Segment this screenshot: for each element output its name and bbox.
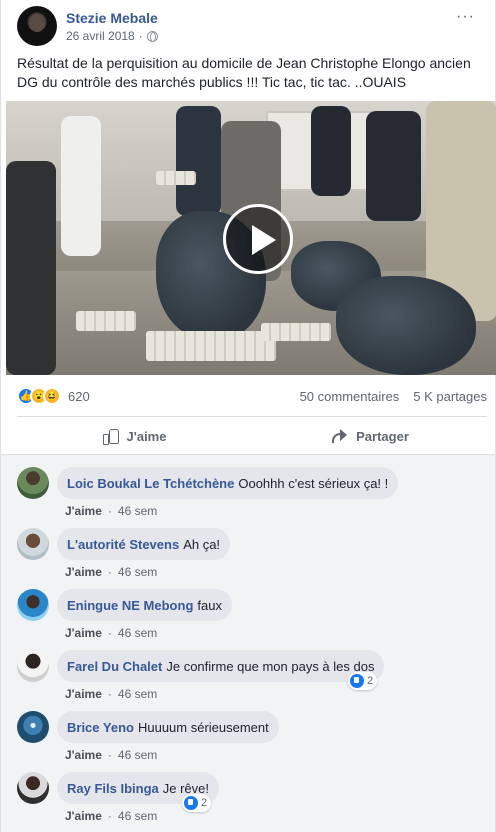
- comment-time[interactable]: 46 sem: [118, 809, 157, 823]
- share-arrow-icon: [330, 429, 348, 443]
- comment-author[interactable]: Loic Boukal Le Tchétchène: [67, 476, 234, 491]
- separator: ·: [107, 565, 112, 579]
- comment-author[interactable]: Farel Du Chalet: [67, 659, 162, 674]
- video-figure: [366, 111, 421, 221]
- comment-time[interactable]: 46 sem: [118, 504, 157, 518]
- video-bills: [156, 171, 196, 185]
- video-player[interactable]: [6, 101, 496, 375]
- shares-count[interactable]: 5 K partages: [413, 389, 487, 404]
- thumbs-up-icon: [102, 428, 119, 445]
- video-figure: [6, 161, 56, 375]
- share-label: Partager: [356, 428, 409, 444]
- post-card: Stezie Mebale 26 avril 2018 · ··· Résult…: [0, 0, 496, 832]
- comment-text: Ooohhh c'est sérieux ça! !: [238, 475, 389, 491]
- comment-bubble: Loic Boukal Le Tchétchène Ooohhh c'est s…: [57, 467, 399, 499]
- video-bag: [336, 276, 476, 375]
- comment-like-link[interactable]: J'aime: [65, 809, 102, 823]
- comment-bubble: Farel Du Chalet Je confirme que mon pays…: [57, 650, 385, 682]
- comment-author[interactable]: L'autorité Stevens: [67, 537, 179, 552]
- comment: L'autorité Stevens Ah ça! J'aime · 46 se…: [17, 528, 487, 584]
- comment-reactions[interactable]: 2: [182, 794, 212, 812]
- comment-author[interactable]: Brice Yeno: [67, 720, 134, 735]
- author-avatar[interactable]: [17, 6, 57, 46]
- separator: ·: [107, 626, 112, 640]
- comment: Ray Fils Ibinga Je rêve! 2 J'aime · 46 s…: [17, 772, 487, 828]
- play-icon[interactable]: [223, 204, 293, 274]
- post-header: Stezie Mebale 26 avril 2018 · ···: [17, 6, 487, 46]
- separator: ·: [107, 809, 112, 823]
- comment-actions: J'aime · 46 sem: [65, 809, 157, 823]
- post-meta: 26 avril 2018 ·: [66, 29, 158, 43]
- comment-author[interactable]: Eningue NE Mebong: [67, 598, 193, 613]
- post-text: Résultat de la perquisition au domicile …: [17, 55, 471, 90]
- avatar[interactable]: [17, 711, 49, 743]
- comment: Loic Boukal Le Tchétchène Ooohhh c'est s…: [17, 467, 487, 523]
- comment: Eningue NE Mebong faux J'aime · 46 sem: [17, 589, 487, 645]
- meta-separator: ·: [138, 29, 143, 43]
- comment-bubble: L'autorité Stevens Ah ça!: [57, 528, 231, 560]
- like-icon: [350, 674, 364, 688]
- post-stats: 👍 😮 😆 620 50 commentaires 5 K partages: [17, 385, 487, 407]
- share-button[interactable]: Partager: [252, 420, 487, 452]
- comment-reactions[interactable]: 2: [348, 672, 378, 690]
- video-bills: [146, 331, 276, 361]
- comment: Brice Yeno Huuuum sérieusement J'aime · …: [17, 711, 487, 767]
- comment-actions: J'aime · 46 sem: [65, 626, 157, 640]
- comment-like-link[interactable]: J'aime: [65, 748, 102, 762]
- comments-section: Loic Boukal Le Tchétchène Ooohhh c'est s…: [1, 454, 495, 832]
- comment-like-link[interactable]: J'aime: [65, 565, 102, 579]
- comment-bubble: Eningue NE Mebong faux: [57, 589, 232, 621]
- stats-right: 50 commentaires 5 K partages: [300, 389, 487, 404]
- comment-time[interactable]: 46 sem: [118, 565, 157, 579]
- comment-text: Ah ça!: [183, 536, 221, 552]
- comment-time[interactable]: 46 sem: [118, 626, 157, 640]
- divider: [17, 416, 487, 417]
- reactions-summary[interactable]: 👍 😮 😆 620: [17, 387, 90, 405]
- comment-text: Huuuum sérieusement: [137, 719, 269, 735]
- video-figure: [61, 116, 101, 256]
- avatar[interactable]: [17, 467, 49, 499]
- comment-author[interactable]: Ray Fils Ibinga: [67, 781, 159, 796]
- like-label: J'aime: [126, 428, 167, 444]
- comment-actions: J'aime · 46 sem: [65, 504, 157, 518]
- reaction-count[interactable]: 620: [68, 389, 90, 404]
- comment-actions: J'aime · 46 sem: [65, 748, 157, 762]
- avatar[interactable]: [17, 650, 49, 682]
- avatar[interactable]: [17, 772, 49, 804]
- like-button[interactable]: J'aime: [17, 420, 252, 452]
- haha-icon: 😆: [43, 387, 61, 405]
- comment-actions: J'aime · 46 sem: [65, 687, 157, 701]
- video-bills: [261, 323, 331, 341]
- comment-text: faux: [197, 597, 222, 613]
- comment-like-link[interactable]: J'aime: [65, 504, 102, 518]
- video-bills: [76, 311, 136, 331]
- video-figure: [311, 106, 351, 196]
- separator: ·: [107, 748, 112, 762]
- comment: Farel Du Chalet Je confirme que mon pays…: [17, 650, 487, 706]
- comment-actions: J'aime · 46 sem: [65, 565, 157, 579]
- separator: ·: [107, 687, 112, 701]
- comment-like-link[interactable]: J'aime: [65, 626, 102, 640]
- avatar[interactable]: [17, 589, 49, 621]
- comment-like-link[interactable]: J'aime: [65, 687, 102, 701]
- comment-time[interactable]: 46 sem: [118, 687, 157, 701]
- comment-text: Je confirme que mon pays à les dos: [166, 658, 375, 674]
- comment-bubble: Brice Yeno Huuuum sérieusement: [57, 711, 279, 743]
- separator: ·: [107, 504, 112, 518]
- comment-reaction-count: 2: [367, 675, 374, 687]
- post-date[interactable]: 26 avril 2018: [66, 29, 135, 43]
- more-options-icon[interactable]: ···: [456, 8, 475, 26]
- video-figure: [176, 106, 221, 216]
- comment-time[interactable]: 46 sem: [118, 748, 157, 762]
- author-name[interactable]: Stezie Mebale: [66, 10, 158, 26]
- post-actions: J'aime Partager: [17, 420, 487, 452]
- globe-icon[interactable]: [146, 30, 158, 42]
- avatar[interactable]: [17, 528, 49, 560]
- comments-count[interactable]: 50 commentaires: [300, 389, 400, 404]
- like-icon: [184, 796, 198, 810]
- comment-reaction-count: 2: [201, 797, 208, 809]
